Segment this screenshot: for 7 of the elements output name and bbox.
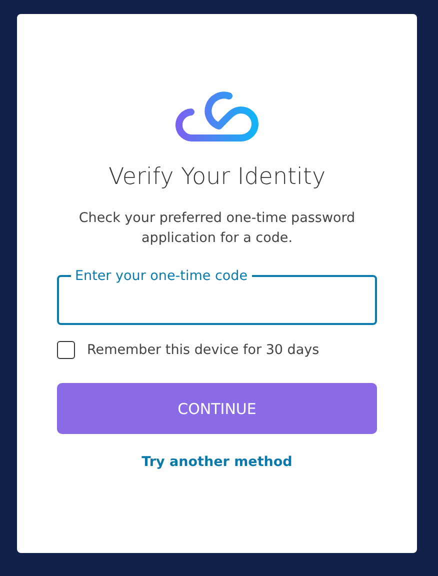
try-another-method-link[interactable]: Try another method	[142, 454, 292, 470]
code-input-field[interactable]: Enter your one-time code	[57, 268, 377, 325]
remember-label: Remember this device for 30 days	[87, 342, 320, 358]
instruction-text: Check your preferred one-time password application for a code.	[78, 209, 356, 248]
continue-button[interactable]: CONTINUE	[57, 383, 377, 434]
page-title: Verify Your Identity	[108, 164, 326, 190]
remember-checkbox[interactable]	[57, 341, 75, 359]
